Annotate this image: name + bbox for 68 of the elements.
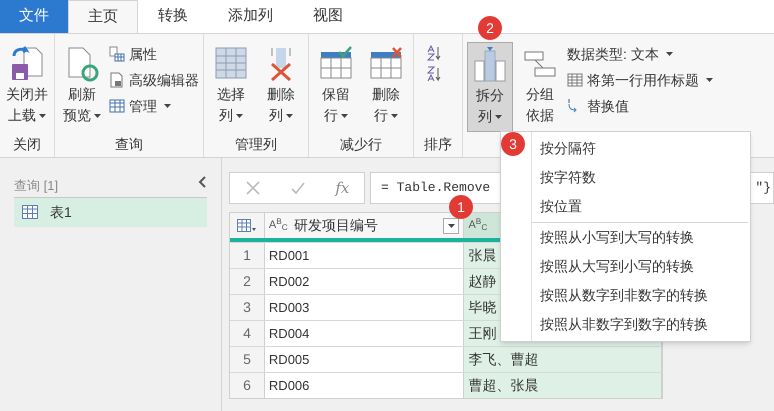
group-label: 关闭 bbox=[12, 135, 42, 154]
large-ribbon-button[interactable]: 拆分 列 bbox=[467, 42, 513, 132]
row-number: 1 bbox=[230, 243, 265, 268]
menu-item[interactable]: 按分隔符 bbox=[532, 134, 748, 163]
large-ribbon-button[interactable]: 选择 列 bbox=[208, 42, 254, 132]
large-ribbon-button[interactable]: 关闭并 上载 bbox=[4, 42, 50, 132]
query-item[interactable]: 表1 bbox=[14, 198, 207, 226]
large-ribbon-button[interactable]: 删除 行 bbox=[363, 42, 409, 132]
small-ribbon-button[interactable]: 属性 bbox=[109, 42, 199, 66]
ribbon-icon bbox=[109, 72, 125, 88]
group-label: 减少行 bbox=[339, 135, 383, 154]
table-cell: RD005 bbox=[264, 347, 464, 372]
caret-icon bbox=[448, 224, 455, 228]
small-ribbon-button[interactable]: 将第一行用作标题 bbox=[567, 68, 713, 92]
row-number: 5 bbox=[230, 347, 265, 372]
caret-icon bbox=[341, 114, 348, 118]
caret-icon bbox=[666, 52, 673, 56]
caret-icon bbox=[236, 114, 243, 118]
caret-icon bbox=[39, 114, 46, 118]
fx-label[interactable]: fx bbox=[335, 176, 350, 200]
caret-icon bbox=[164, 104, 171, 108]
small-ribbon-button[interactable]: 替换值 bbox=[567, 94, 713, 118]
file-tab[interactable]: 文件 bbox=[0, 0, 68, 33]
group-label: 排序 bbox=[423, 135, 453, 154]
caret-icon bbox=[391, 114, 398, 118]
row-number: 6 bbox=[230, 373, 265, 398]
ribbon-icon bbox=[473, 47, 507, 83]
row-number: 3 bbox=[230, 295, 265, 320]
ribbon-icon bbox=[109, 46, 125, 62]
ribbon-tab[interactable]: 转换 bbox=[138, 0, 208, 33]
table-cell: RD004 bbox=[264, 321, 464, 346]
table-icon bbox=[22, 205, 38, 219]
menu-item[interactable]: 按照从小写到大写的转换 bbox=[532, 222, 748, 252]
small-ribbon-button[interactable]: 管理 bbox=[109, 94, 199, 118]
menu-item[interactable]: 按位置 bbox=[532, 192, 748, 221]
caret-icon bbox=[495, 114, 502, 118]
ribbon-icon bbox=[10, 46, 44, 82]
caret-icon bbox=[706, 78, 713, 82]
table-cell: RD003 bbox=[264, 295, 464, 320]
sort-ascending-button[interactable] bbox=[426, 44, 442, 61]
table-cell: 曹超、张晨 bbox=[464, 373, 662, 398]
ribbon-tab[interactable]: 主页 bbox=[68, 0, 138, 33]
large-ribbon-button[interactable]: 刷新 预览 bbox=[59, 42, 105, 132]
large-ribbon-button[interactable]: 保留 行 bbox=[313, 42, 359, 132]
menu-item[interactable]: 按字符数 bbox=[532, 163, 748, 192]
row-number: 2 bbox=[230, 269, 265, 294]
row-number: 4 bbox=[230, 321, 265, 346]
caret-icon bbox=[94, 114, 101, 118]
queries-header: 查询 [1] bbox=[14, 177, 58, 195]
collapse-icon[interactable] bbox=[197, 176, 207, 188]
filter-dropdown[interactable] bbox=[443, 218, 460, 234]
table-cell: RD001 bbox=[264, 243, 464, 268]
table-cell: RD002 bbox=[264, 269, 464, 294]
table-cell: RD006 bbox=[264, 373, 464, 398]
sort-descending-button[interactable] bbox=[426, 65, 442, 82]
group-label: 查询 bbox=[114, 135, 144, 154]
large-ribbon-button[interactable]: 删除 列 bbox=[258, 42, 304, 132]
table-cell: 李飞、曹超 bbox=[464, 347, 662, 372]
ribbon-icon bbox=[109, 98, 125, 114]
group-label: 管理列 bbox=[234, 135, 278, 154]
ribbon-icon bbox=[567, 72, 583, 88]
small-ribbon-button[interactable]: 高级编辑器 bbox=[109, 68, 199, 92]
ribbon-tab[interactable]: 添加列 bbox=[208, 0, 293, 33]
ribbon-tab[interactable]: 视图 bbox=[293, 0, 363, 33]
caret-icon bbox=[286, 114, 293, 118]
table-menu-icon[interactable] bbox=[230, 213, 265, 238]
small-ribbon-button[interactable]: 数据类型: 文本 bbox=[567, 42, 713, 66]
large-ribbon-button[interactable]: 分组 依据 bbox=[517, 42, 563, 132]
